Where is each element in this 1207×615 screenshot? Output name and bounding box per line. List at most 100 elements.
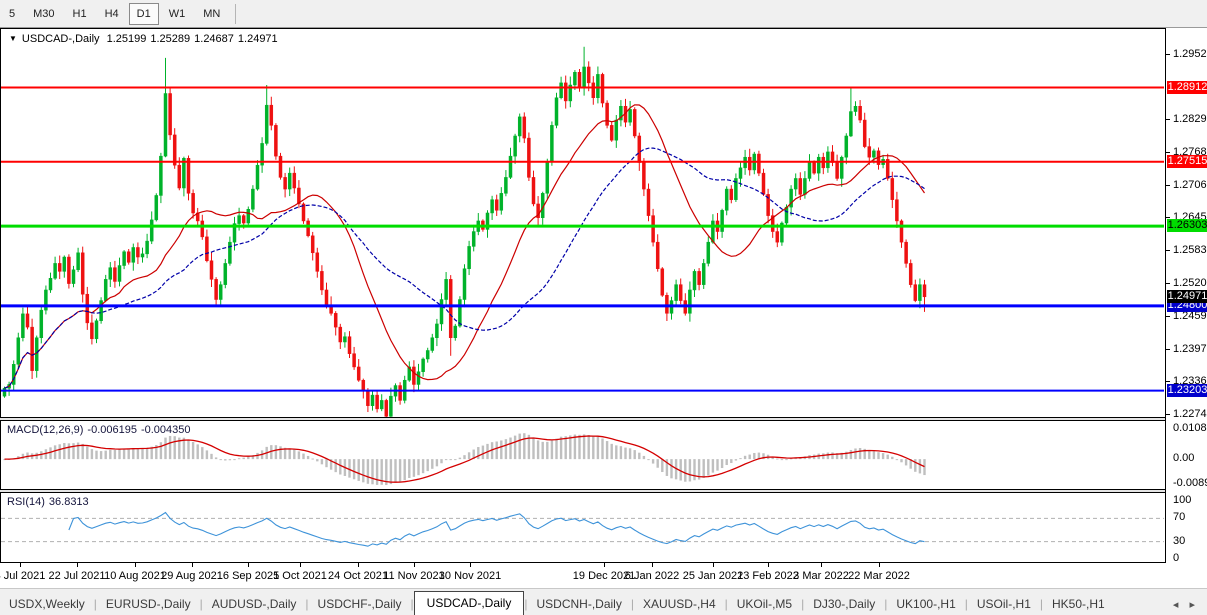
level-price-label: 1.27515 <box>1167 154 1207 168</box>
date-label: 10 Aug 2021 <box>104 570 166 582</box>
level-price-label: 1.23203 <box>1167 383 1207 397</box>
price-tick <box>1166 348 1170 350</box>
price-tick-label: 1.28295 <box>1173 113 1207 126</box>
current-price-label: 1.24971 <box>1167 289 1207 303</box>
date-tick <box>470 563 471 567</box>
date-label: 16 Sep 2021 <box>216 570 280 582</box>
date-tick <box>768 563 769 567</box>
timeframe-button-mn[interactable]: MN <box>195 3 228 25</box>
date-label: 13 Feb 2022 <box>737 570 799 582</box>
price-tick-label: 1.23975 <box>1173 342 1207 355</box>
rsi-value: 36.8313 <box>48 496 89 508</box>
date-label: 29 Aug 2021 <box>161 570 223 582</box>
price-tick <box>1166 316 1170 318</box>
timeframe-button-w1[interactable]: W1 <box>161 3 194 25</box>
timeframe-button-m30[interactable]: M30 <box>25 3 62 25</box>
chart-tab-uk100-h1[interactable]: UK100-,H1 <box>887 593 964 615</box>
chart-tab-usdx-weekly[interactable]: USDX,Weekly <box>0 593 94 615</box>
tab-scroll-arrows[interactable]: ◂ ▸ <box>1169 598 1207 615</box>
price-tick <box>1166 283 1170 285</box>
date-tick <box>20 563 21 567</box>
date-tick <box>192 563 193 567</box>
rsi-chart[interactable] <box>1 493 1164 562</box>
chart-tab-usdchf-daily[interactable]: USDCHF-,Daily <box>309 593 411 615</box>
date-label: 11 Nov 2021 <box>383 570 445 582</box>
rsi-axis-label: 100 <box>1173 494 1192 506</box>
chart-tab-eurusd-daily[interactable]: EURUSD-,Daily <box>97 593 200 615</box>
level-price-label: 1.28912 <box>1167 80 1207 94</box>
price-tick <box>1166 249 1170 251</box>
price-tick-label: 1.25205 <box>1173 277 1207 290</box>
chart-tab-usdcad-daily[interactable]: USDCAD-,Daily <box>413 591 525 615</box>
date-tick <box>713 563 714 567</box>
price-tick-label: 1.29525 <box>1173 48 1207 60</box>
timeframe-toolbar: 5 M30 H1 H4 D1 W1 MN <box>0 0 1207 28</box>
date-label: 24 Oct 2021 <box>328 570 388 582</box>
chart-tab-hk50-h1[interactable]: HK50-,H1 <box>1043 593 1114 615</box>
macd-label: MACD(12,26,9) -0.006195 -0.004350 <box>7 424 191 436</box>
date-label: 6 Jan 2022 <box>624 570 680 582</box>
mt4-terminal: 5 M30 H1 H4 D1 W1 MN ▼ USDCAD-,Daily 1.25199 1.2… <box>0 0 1207 615</box>
chart-symbol-label: USDCAD-,Daily <box>21 33 100 45</box>
symbol-dropdown-icon[interactable]: ▼ <box>9 34 17 43</box>
date-tick <box>135 563 136 567</box>
macd-axis-label: 0.010869 <box>1173 422 1207 434</box>
date-tick <box>879 563 880 567</box>
price-tick-label: 1.27065 <box>1173 178 1207 191</box>
rsi-label: RSI(14) 36.8313 <box>7 496 89 508</box>
ohlc-open: 1.25199 <box>106 33 147 45</box>
rsi-axis-label: 0 <box>1173 552 1180 564</box>
macd-axis-label: 0.00 <box>1173 452 1195 465</box>
candlestick-chart[interactable] <box>1 29 1164 417</box>
date-tick <box>652 563 653 567</box>
chart-tab-xauusd-h4[interactable]: XAUUSD-,H4 <box>634 593 725 615</box>
macd-axis-label: -0.008974 <box>1173 477 1207 489</box>
chart-tab-usdcnh-daily[interactable]: USDCNH-,Daily <box>527 593 630 615</box>
price-tick <box>1166 184 1170 186</box>
price-tick <box>1166 54 1170 55</box>
date-tick <box>414 563 415 567</box>
main-chart-pane[interactable]: ▼ USDCAD-,Daily 1.25199 1.25289 1.24687 1.24… <box>0 28 1165 418</box>
date-tick <box>77 563 78 567</box>
date-label: 3 Mar 2022 <box>793 570 849 582</box>
macd-main-value: -0.006195 <box>87 424 137 436</box>
chart-tab-bar: USDX,Weekly | EURUSD-,Daily | AUDUSD-,Daily |… <box>0 588 1207 615</box>
rsi-axis-label: 70 <box>1173 511 1186 524</box>
rsi-axis-label: 30 <box>1173 534 1186 547</box>
chart-tab-ukoil-m5[interactable]: UKOil-,M5 <box>728 593 801 615</box>
price-tick <box>1166 119 1170 121</box>
date-label: 5 Oct 2021 <box>273 570 327 582</box>
chart-tab-audusd-daily[interactable]: AUDUSD-,Daily <box>203 593 306 615</box>
date-label: 25 Jan 2022 <box>682 570 744 582</box>
timeframe-button-5[interactable]: 5 <box>1 3 23 25</box>
chart-tab-usoil-h1[interactable]: USOil-,H1 <box>968 593 1040 615</box>
macd-pane[interactable]: MACD(12,26,9) -0.006195 -0.004350 <box>0 420 1165 490</box>
level-price-label: 1.26303 <box>1167 219 1207 233</box>
ohlc-low: 1.24687 <box>194 33 234 45</box>
toolbar-separator <box>235 3 237 24</box>
rsi-pane[interactable]: RSI(14) 36.8313 <box>0 492 1165 563</box>
date-label: 30 Nov 2021 <box>438 570 502 582</box>
price-tick <box>1166 151 1170 153</box>
price-axis[interactable]: 1.295251.282951.276801.270651.264501.258… <box>1165 28 1207 564</box>
date-axis[interactable]: 4 Jul 202122 Jul 202110 Aug 202129 Aug 2… <box>0 563 1165 588</box>
date-tick <box>358 563 359 567</box>
ohlc-close: 1.24971 <box>237 33 278 45</box>
macd-signal-value: -0.004350 <box>140 424 191 436</box>
price-tick <box>1166 381 1170 383</box>
chart-title: ▼ USDCAD-,Daily 1.25199 1.25289 1.24687 1.24… <box>9 33 282 45</box>
timeframe-button-h1[interactable]: H1 <box>65 3 95 25</box>
date-label: 4 Jul 2021 <box>0 570 46 582</box>
date-tick <box>821 563 822 567</box>
chart-tab-dj30-daily[interactable]: DJ30-,Daily <box>804 593 884 615</box>
ohlc-high: 1.25289 <box>150 33 191 45</box>
price-tick-label: 1.22745 <box>1173 408 1207 420</box>
price-tick-label: 1.25835 <box>1173 243 1207 256</box>
date-label: 22 Jul 2021 <box>48 570 106 582</box>
date-tick <box>604 563 605 567</box>
price-tick <box>1166 414 1170 415</box>
date-tick <box>300 563 301 567</box>
timeframe-button-d1[interactable]: D1 <box>128 2 159 25</box>
date-tick <box>248 563 249 567</box>
timeframe-button-h4[interactable]: H4 <box>97 3 127 25</box>
